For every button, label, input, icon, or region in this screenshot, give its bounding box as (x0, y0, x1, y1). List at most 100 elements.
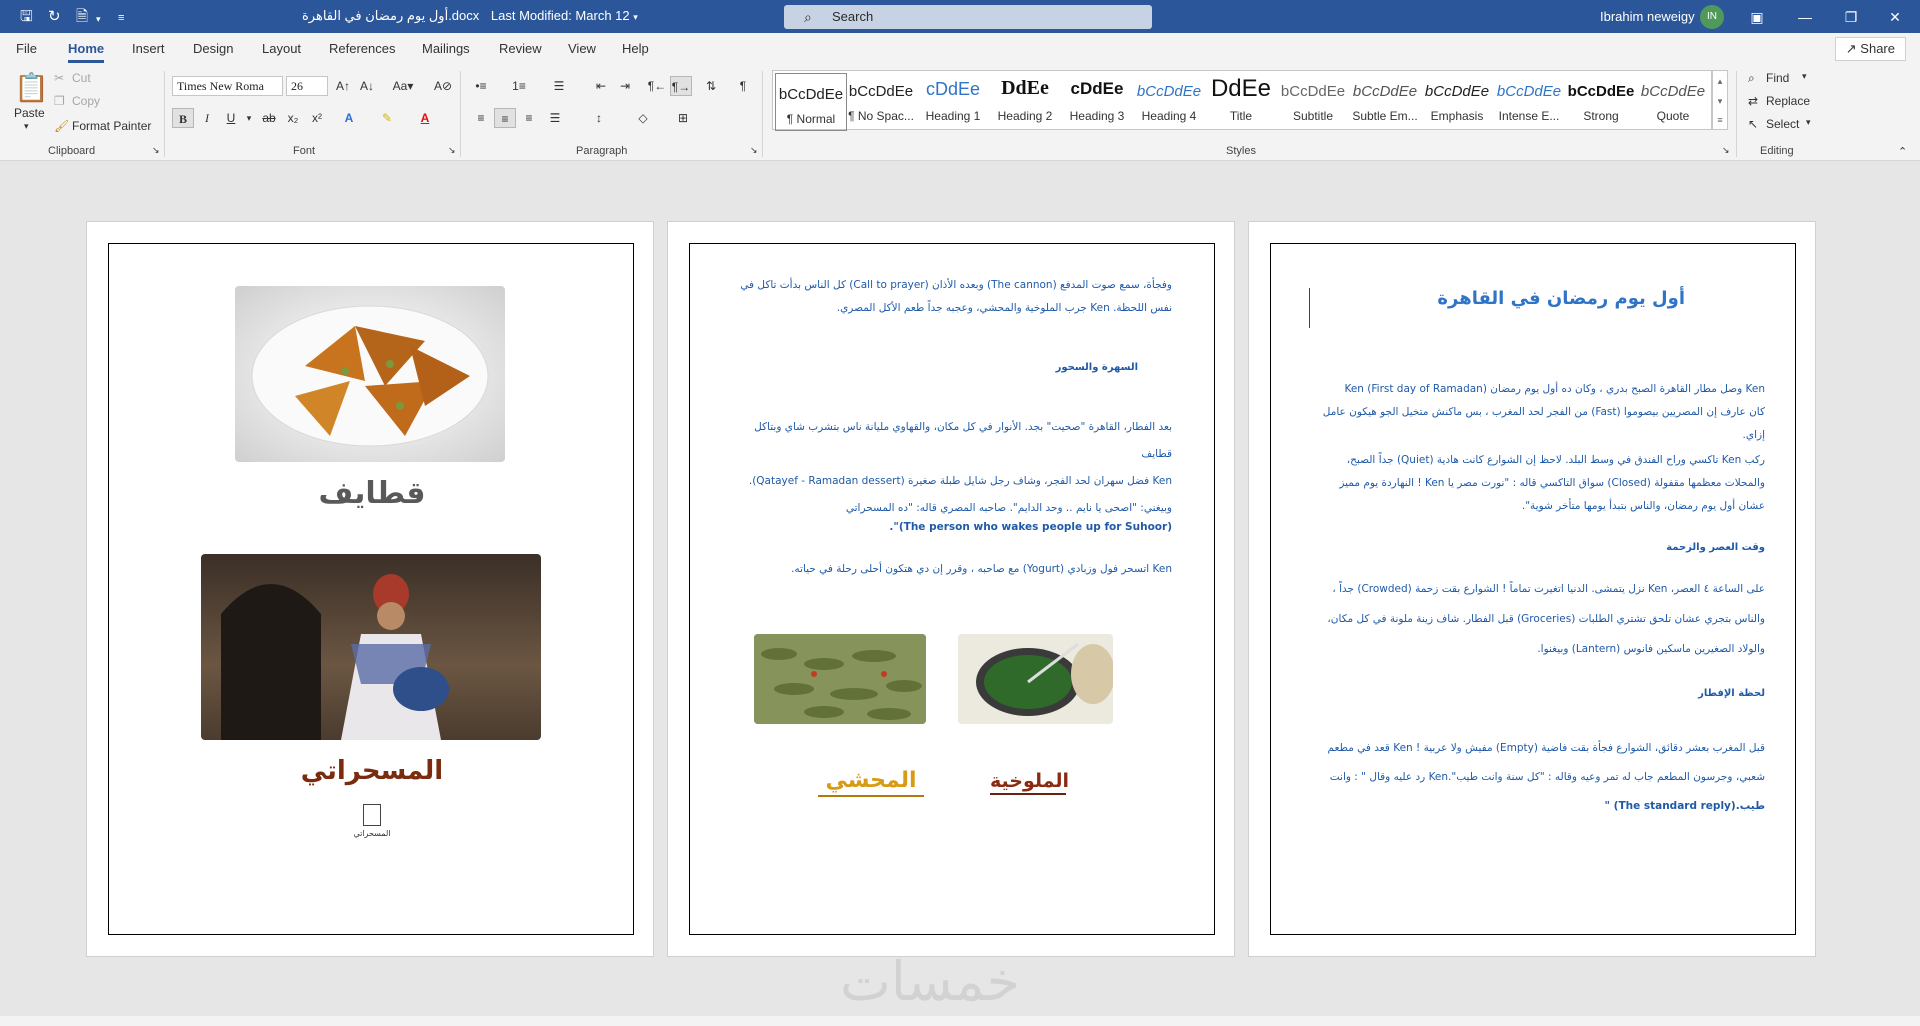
last-modified[interactable]: Last Modified: March 12 (491, 8, 630, 23)
style-quote[interactable]: bCcDdEe Quote (1637, 71, 1709, 129)
style-normal[interactable]: bCcDdEe ¶ Normal (775, 73, 847, 131)
chevron-down-icon[interactable]: ▾ (633, 12, 638, 22)
style-heading-1[interactable]: cDdEe Heading 1 (917, 71, 989, 129)
tab-insert[interactable]: Insert (132, 41, 165, 56)
styles-scroll[interactable]: ▴ ▾ ≡ (1712, 70, 1728, 130)
molokhia-image[interactable] (958, 634, 1113, 724)
highlight-icon[interactable]: ✎ (376, 108, 398, 128)
font-name-select[interactable]: Times New Roma (172, 76, 283, 96)
cut-button[interactable]: Cut (72, 71, 91, 85)
line-spacing-icon[interactable]: ↕ (588, 108, 610, 128)
chevron-down-icon[interactable]: ▾ (1802, 71, 1807, 82)
restore-icon[interactable]: ❐ (1836, 5, 1866, 29)
collapse-ribbon-icon[interactable]: ⌃ (1898, 145, 1907, 158)
tab-layout[interactable]: Layout (262, 41, 301, 56)
multilevel-list-icon[interactable]: ☰ (548, 76, 570, 96)
share-button[interactable]: ↗ Share (1834, 37, 1906, 61)
tab-mailings[interactable]: Mailings (422, 41, 470, 56)
style-emphasis[interactable]: bCcDdEe Emphasis (1421, 71, 1493, 129)
paste-button[interactable]: Paste (14, 106, 45, 120)
style-preview: cDdEe (1070, 79, 1124, 98)
rtl-paragraph-icon[interactable]: ¶← (646, 76, 668, 96)
qatayef-image[interactable] (235, 286, 505, 462)
close-icon[interactable]: ✕ (1880, 5, 1910, 29)
user-name[interactable]: Ibrahim neweigy (1600, 9, 1695, 24)
scroll-up-icon[interactable]: ▴ (1713, 71, 1727, 91)
dialog-launcher-icon[interactable]: ↘ (152, 145, 160, 156)
style-title[interactable]: DdEe Title (1205, 71, 1277, 129)
tab-review[interactable]: Review (499, 41, 542, 56)
dialog-launcher-icon[interactable]: ↘ (750, 145, 758, 156)
text-effects-icon[interactable]: A (338, 108, 360, 128)
dialog-launcher-icon[interactable]: ↘ (448, 145, 456, 156)
style-name: Strong (1583, 109, 1619, 123)
embedded-file-icon[interactable] (363, 804, 381, 826)
tab-file[interactable]: File (16, 41, 37, 56)
align-right-icon[interactable]: ≡ (518, 108, 540, 128)
style-heading-4[interactable]: bCcDdEe Heading 4 (1133, 71, 1205, 129)
borders-icon[interactable]: ⊞ (672, 108, 694, 128)
justify-icon[interactable]: ☰ (544, 108, 566, 128)
text-line: والناس بتجري عشان تلحق تشتري الطلبات (Gr… (1327, 613, 1765, 625)
format-painter-button[interactable]: Format Painter (72, 119, 151, 133)
ribbon-display-options-icon[interactable]: ▣ (1742, 5, 1772, 29)
replace-button[interactable]: Replace (1766, 94, 1810, 108)
grow-font-icon[interactable]: A↑ (332, 76, 354, 96)
tab-home[interactable]: Home (68, 41, 105, 63)
copy-button[interactable]: Copy (72, 94, 100, 108)
font-size-select[interactable]: 26 (286, 76, 328, 96)
style-subtle-emphasis[interactable]: bCcDdEe Subtle Em... (1349, 71, 1421, 129)
style-subtitle[interactable]: bCcDdEe Subtitle (1277, 71, 1349, 129)
avatar[interactable]: IN (1700, 5, 1724, 29)
mesaharati-image[interactable] (201, 554, 541, 740)
find-button[interactable]: Find (1766, 71, 1789, 85)
superscript-button[interactable]: x² (306, 108, 328, 128)
style-intense-emphasis[interactable]: bCcDdEe Intense E... (1493, 71, 1565, 129)
ltr-paragraph-icon[interactable]: ¶→ (670, 76, 692, 96)
subscript-button[interactable]: x₂ (282, 108, 304, 128)
style-heading-2[interactable]: DdEe Heading 2 (989, 71, 1061, 129)
redo-icon[interactable]: ↻ (48, 8, 61, 25)
shading-icon[interactable]: ◇ (632, 108, 654, 128)
dialog-launcher-icon[interactable]: ↘ (1722, 145, 1730, 156)
styles-gallery: bCcDdEe ¶ Normal bCcDdEe ¶ No Spac... cDdE… (772, 70, 1712, 131)
bullets-icon[interactable]: •≡ (470, 76, 492, 96)
paste-icon[interactable]: 📋 (14, 71, 49, 107)
chevron-down-icon[interactable]: ▾ (24, 121, 29, 132)
tab-view[interactable]: View (568, 41, 596, 56)
numbering-icon[interactable]: 1≡ (508, 76, 530, 96)
text-line: ركب Ken تاكسي وراح الفندق في وسط البلد. … (1346, 454, 1765, 466)
change-case-icon[interactable]: Aa▾ (388, 76, 418, 96)
scroll-down-icon[interactable]: ▾ (1713, 91, 1727, 111)
align-left-icon[interactable]: ≡ (470, 108, 492, 128)
more-styles-icon[interactable]: ≡ (1713, 111, 1727, 129)
search-box[interactable]: ⌕ Search (784, 5, 1152, 29)
font-color-icon[interactable]: A (414, 108, 436, 128)
clear-formatting-icon[interactable]: A⊘ (432, 76, 454, 96)
style-preview: DdEe (1210, 75, 1272, 102)
mahshi-image[interactable] (754, 634, 926, 724)
align-center-icon[interactable]: ≡ (494, 108, 516, 128)
style-strong[interactable]: bCcDdEe Strong (1565, 71, 1637, 129)
select-button[interactable]: Select (1766, 117, 1799, 131)
increase-indent-icon[interactable]: ⇥ (614, 76, 636, 96)
tab-help[interactable]: Help (622, 41, 649, 56)
minimize-icon[interactable]: — (1790, 5, 1820, 29)
style-heading-3[interactable]: cDdEe Heading 3 (1061, 71, 1133, 129)
chevron-down-icon[interactable]: ▾ (96, 11, 101, 28)
tab-references[interactable]: References (329, 41, 395, 56)
decrease-indent-icon[interactable]: ⇤ (590, 76, 612, 96)
strikethrough-button[interactable]: ab (258, 108, 280, 128)
bold-button[interactable]: B (172, 108, 194, 128)
save-icon[interactable]: 🗎 (76, 8, 88, 25)
sort-icon[interactable]: ⇅ (700, 76, 722, 96)
italic-button[interactable]: I (196, 108, 218, 128)
show-marks-icon[interactable]: ¶ (732, 76, 754, 96)
shrink-font-icon[interactable]: A↓ (356, 76, 378, 96)
chevron-down-icon[interactable]: ▾ (238, 108, 260, 128)
tab-design[interactable]: Design (193, 41, 233, 56)
autosave-icon[interactable]: 🖫 (20, 8, 33, 25)
customize-toolbar-icon[interactable]: ≡ (118, 10, 124, 27)
chevron-down-icon[interactable]: ▾ (1806, 117, 1811, 128)
style-no-spacing[interactable]: bCcDdEe ¶ No Spac... (845, 71, 917, 129)
